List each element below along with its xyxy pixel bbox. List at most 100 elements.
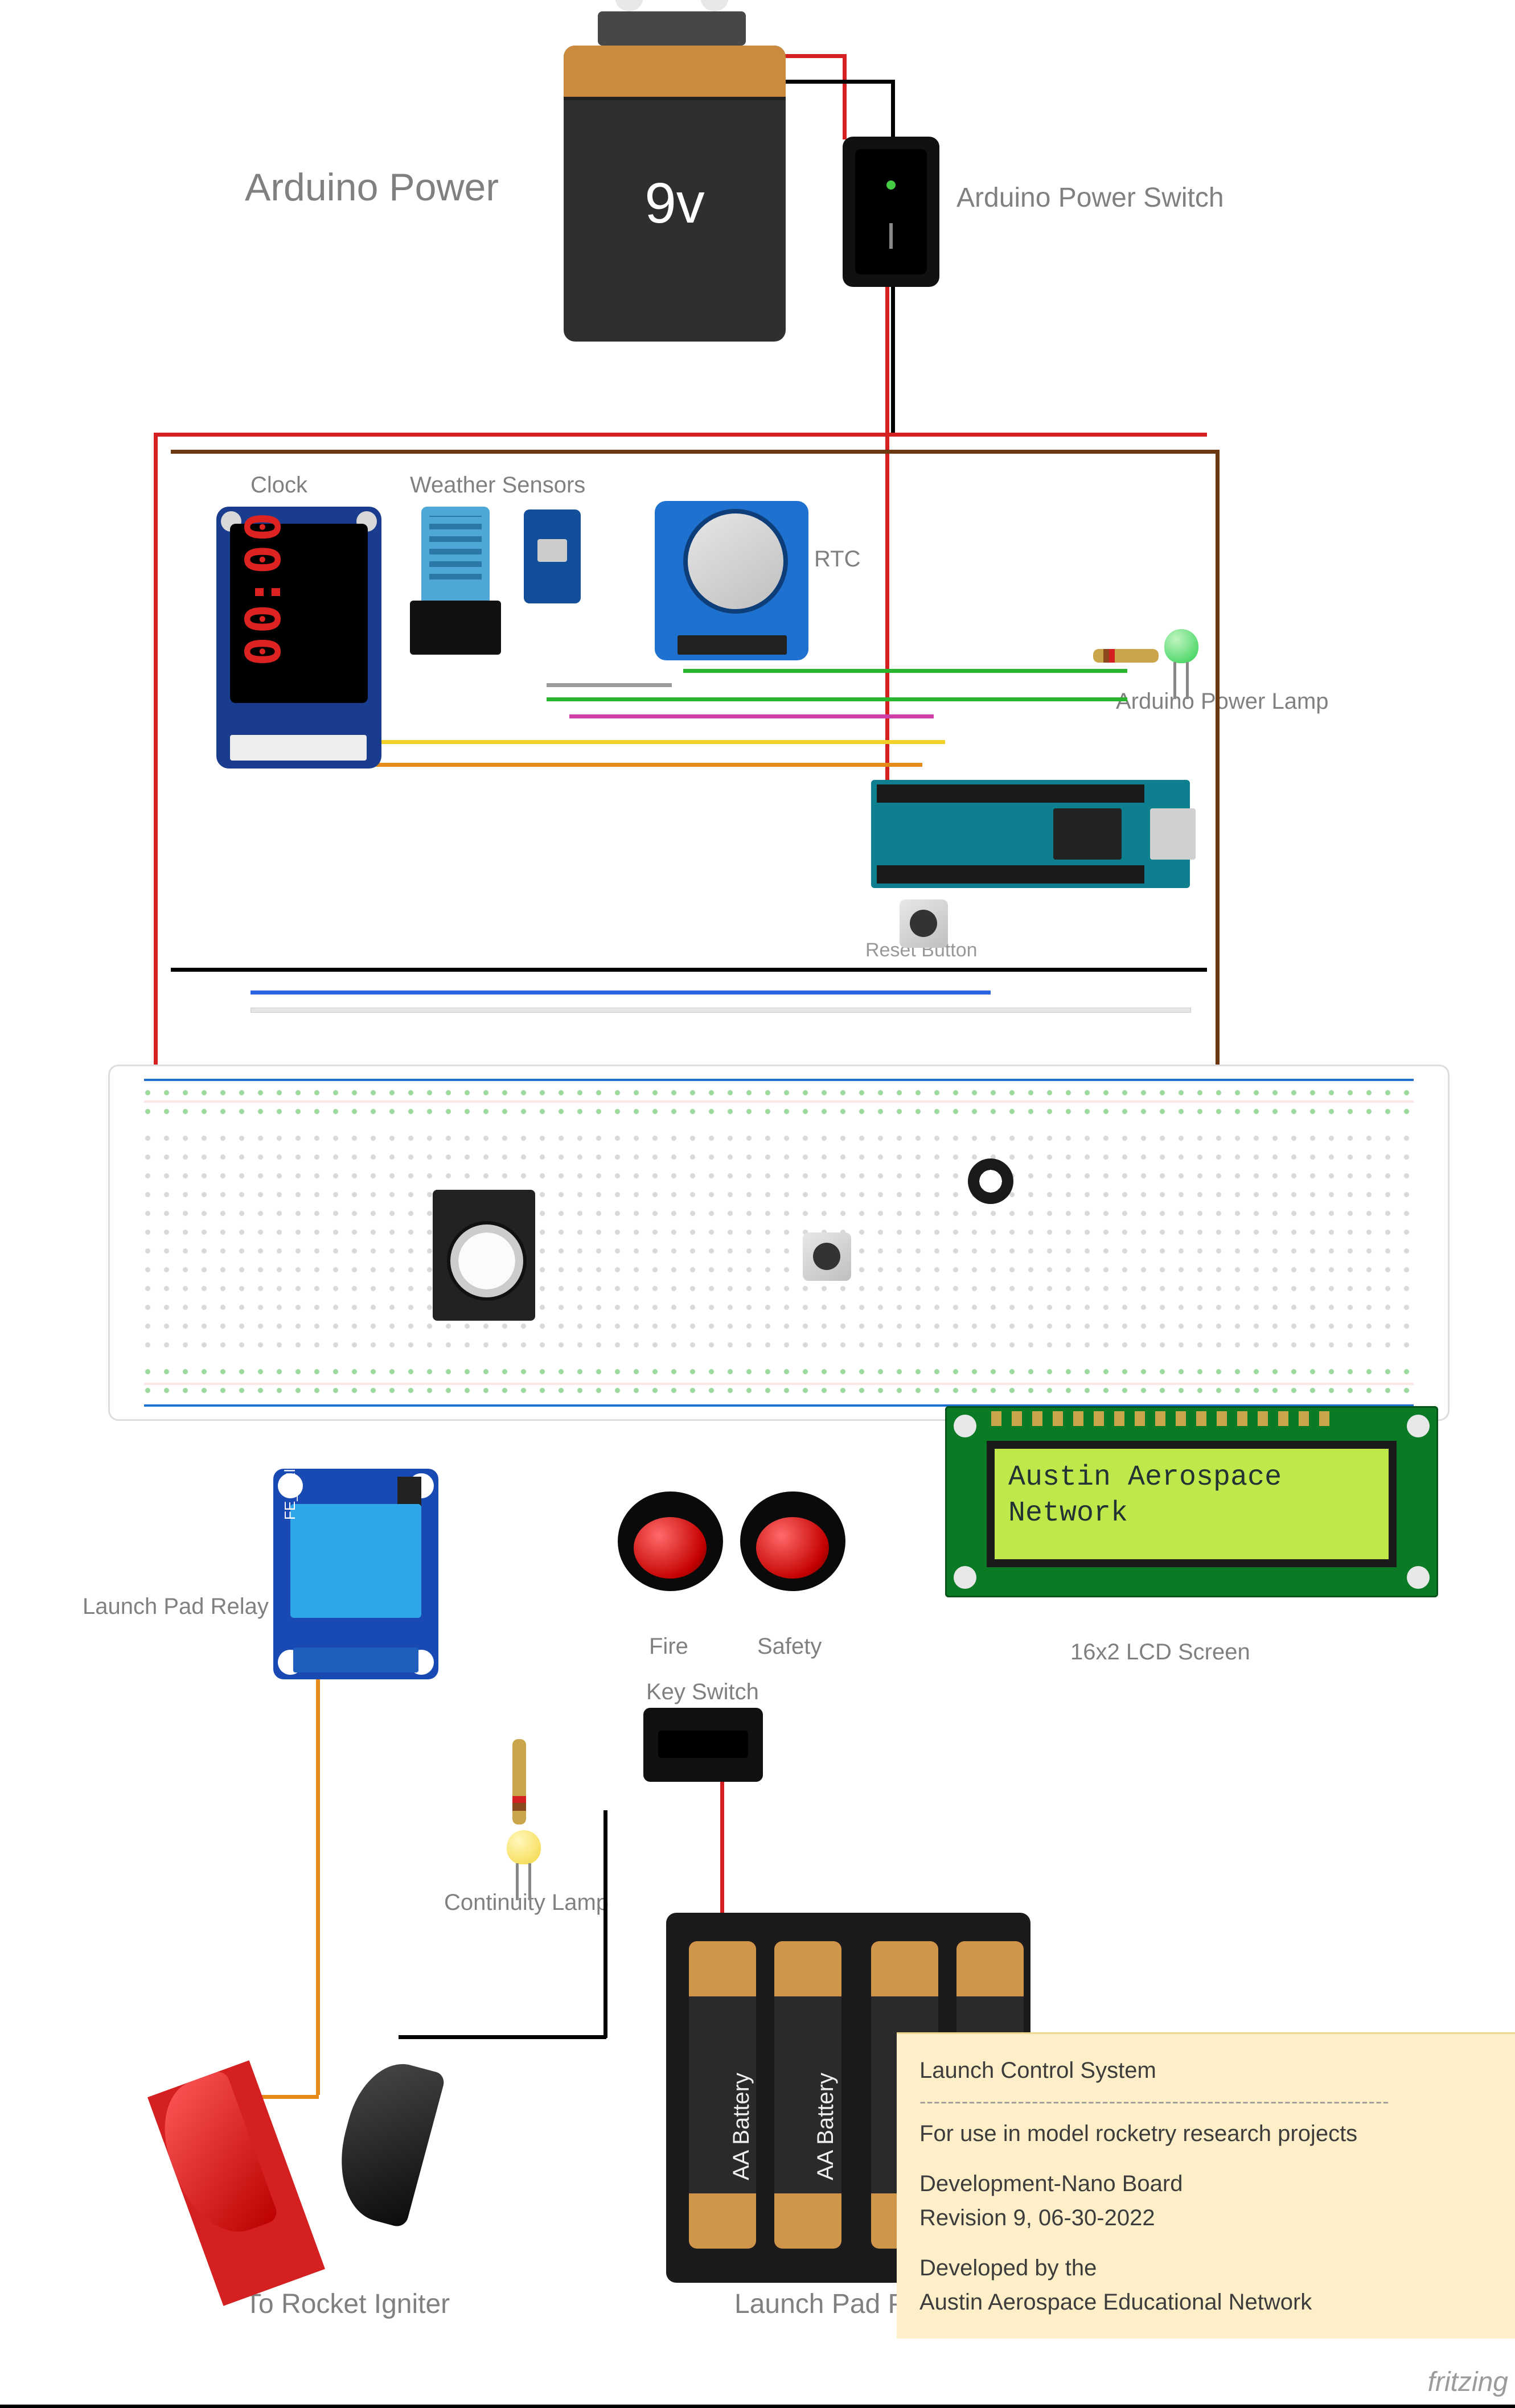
rtc-coincell-icon <box>683 509 788 614</box>
led-leg-icon <box>1186 662 1189 699</box>
igniter-clip-black[interactable] <box>309 2053 471 2296</box>
note-rev: Revision 9, 06-30-2022 <box>919 2201 1515 2235</box>
led-leg-icon <box>1173 662 1176 699</box>
screw-icon <box>1407 1415 1430 1437</box>
label-weather: Weather Sensors <box>410 472 585 498</box>
wire <box>603 1810 607 2038</box>
nano-header-bot-icon <box>877 865 1144 884</box>
bb-holes-icon <box>138 1083 1419 1123</box>
aa-cell-label: AA Battery <box>813 2073 839 2180</box>
switch-marker-icon <box>889 223 893 249</box>
lcd-16x2: Austin Aerospace Network <box>945 1406 1438 1597</box>
lcd-pins-icon <box>991 1411 1333 1426</box>
wire <box>885 285 889 780</box>
power-led <box>1164 629 1204 692</box>
rtc-header-icon <box>678 635 787 655</box>
label-lcd: 16x2 LCD Screen <box>1070 1639 1250 1665</box>
led-bulb-icon <box>507 1830 541 1864</box>
note-board: Development-Nano Board <box>919 2167 1515 2201</box>
clip-jaw-icon <box>147 2069 280 2247</box>
battery-9v: 9v <box>564 46 786 342</box>
clock-module: 00:00 <box>216 507 381 769</box>
bmp-sensor <box>524 509 581 603</box>
wire <box>683 669 1127 673</box>
wire <box>154 433 158 1070</box>
battery-snap <box>598 11 746 46</box>
launch-pad-relay: FE_SRly <box>273 1469 438 1679</box>
dht-base-icon <box>410 601 501 655</box>
bb-holes-icon <box>138 1362 1419 1402</box>
resistor-icon <box>1093 649 1159 663</box>
label-igniter: To Rocket Igniter <box>245 2288 450 2320</box>
nano-header-top-icon <box>877 784 1144 803</box>
wire <box>547 697 1127 701</box>
battery-terminal-neg <box>615 0 643 11</box>
label-arduino-power: Arduino Power <box>245 165 499 209</box>
note-by1: Developed by the <box>919 2251 1515 2285</box>
dht-sensor <box>410 507 501 655</box>
switch-led-icon <box>886 180 896 190</box>
nano-mcu-icon <box>1053 808 1122 860</box>
relay-silk: FE_SRly <box>281 1461 299 1520</box>
tact-cap-icon <box>813 1243 840 1270</box>
bb-holes-icon <box>138 1129 1419 1357</box>
push-cap-icon <box>756 1517 829 1579</box>
note-title: Launch Control System <box>919 2053 1515 2088</box>
rtc-module <box>655 501 808 660</box>
led-leg-icon <box>516 1863 519 1900</box>
wire <box>843 54 847 139</box>
wire <box>171 968 1207 972</box>
led-bulb-icon <box>1164 629 1198 663</box>
lcd-line2: Network <box>1008 1497 1128 1530</box>
wire <box>316 1674 320 2095</box>
lcd-line1: Austin Aerospace <box>1008 1461 1282 1494</box>
resistor-icon <box>512 1739 526 1825</box>
tact-cap-icon <box>910 910 937 937</box>
aa-cell-label: AA Battery <box>729 2073 754 2180</box>
continuity-led <box>507 1830 547 1893</box>
wire <box>154 433 1207 437</box>
note-divider-icon: ----------------------------------------… <box>919 2088 1515 2117</box>
breadboard <box>108 1065 1450 1421</box>
label-clock: Clock <box>251 472 307 498</box>
clock-display: 00:00 <box>230 524 368 703</box>
led-leg-icon <box>528 1863 531 1900</box>
label-safety: Safety <box>757 1634 822 1659</box>
clock-header-icon <box>230 735 367 761</box>
wire <box>171 450 1218 454</box>
wire <box>251 1008 1191 1013</box>
potentiometer[interactable] <box>968 1158 1013 1204</box>
arduino-power-switch[interactable] <box>843 137 939 287</box>
label-relay: Launch Pad Relay <box>83 1594 269 1620</box>
wire <box>296 763 922 767</box>
info-note: Launch Control System ------------------… <box>897 2032 1515 2339</box>
fire-button[interactable] <box>618 1491 723 1608</box>
label-power-switch: Arduino Power Switch <box>956 182 1224 213</box>
lcd-text: Austin Aerospace Network <box>987 1441 1397 1567</box>
rocker-pad-icon <box>855 149 927 274</box>
dht-grill-icon <box>429 516 482 580</box>
battery-terminal-pos <box>700 0 729 11</box>
wire <box>296 740 945 744</box>
piezo-buzzer <box>433 1190 535 1321</box>
battery-top-icon <box>564 46 786 100</box>
wire <box>1216 450 1220 1070</box>
screw-icon <box>954 1415 976 1437</box>
wire <box>720 1782 724 1930</box>
safety-button[interactable] <box>740 1491 845 1608</box>
label-fire: Fire <box>649 1634 688 1659</box>
wire <box>251 991 991 995</box>
relay-block-icon <box>290 1504 421 1618</box>
reset-button[interactable] <box>900 899 948 948</box>
key-switch[interactable] <box>643 1708 763 1782</box>
screw-icon <box>1407 1566 1430 1589</box>
push-cap-icon <box>634 1517 707 1579</box>
breadboard-tact-button[interactable] <box>803 1232 851 1281</box>
label-power-lamp: Arduino Power Lamp <box>1116 689 1329 714</box>
nano-usb-icon <box>1150 808 1196 860</box>
clip-jaw-icon <box>325 2053 446 2229</box>
wire <box>547 683 672 687</box>
bottom-rule-icon <box>0 2405 1515 2408</box>
bmp-chip-icon <box>537 539 567 562</box>
label-continuity: Continuity Lamp <box>444 1890 609 1916</box>
